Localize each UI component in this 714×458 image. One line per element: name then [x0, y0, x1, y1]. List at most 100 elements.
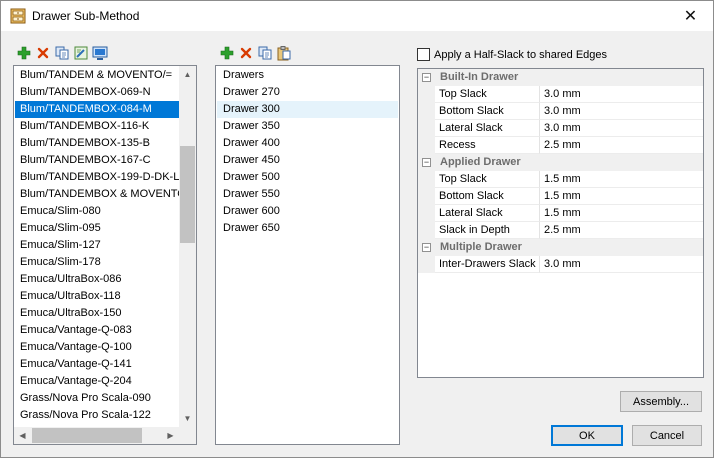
- method-list-item[interactable]: Blum/TANDEMBOX-069-N: [15, 84, 180, 101]
- scroll-left-button[interactable]: ◀: [14, 427, 31, 444]
- delete-method-button[interactable]: [35, 45, 51, 61]
- method-list-item[interactable]: Emuca/Slim-095: [15, 220, 180, 237]
- method-list-horizontal-scrollbar[interactable]: ◀ ▶: [14, 427, 179, 444]
- chevron-right-icon: ▶: [167, 431, 174, 440]
- property-row-gutter: [418, 137, 435, 154]
- property-value[interactable]: 3.0 mm: [540, 86, 703, 103]
- property-category[interactable]: − Multiple Drawer: [418, 239, 703, 256]
- drawer-list-item[interactable]: Drawer 550: [217, 186, 398, 203]
- copy-icon: [55, 46, 69, 60]
- drawer-list-item[interactable]: Drawer 650: [217, 220, 398, 237]
- method-list-item[interactable]: Emuca/UltraBox-150: [15, 305, 180, 322]
- property-value[interactable]: 3.0 mm: [540, 103, 703, 120]
- property-row[interactable]: Bottom Slack 1.5 mm: [418, 188, 703, 205]
- property-grid[interactable]: − Built-In Drawer Top Slack 3.0 mm Bottom Sl…: [417, 68, 704, 378]
- property-row[interactable]: Top Slack 1.5 mm: [418, 171, 703, 188]
- property-row-gutter: [418, 171, 435, 188]
- collapse-toggle[interactable]: −: [418, 239, 435, 256]
- drawer-list-item[interactable]: Drawer 350: [217, 118, 398, 135]
- drawer-list-item[interactable]: Drawers: [217, 67, 398, 84]
- paste-drawer-button[interactable]: [276, 45, 292, 61]
- method-list-item[interactable]: Emuca/UltraBox-086: [15, 271, 180, 288]
- collapse-toggle[interactable]: −: [418, 69, 435, 86]
- property-category[interactable]: − Built-In Drawer: [418, 69, 703, 86]
- property-value[interactable]: 1.5 mm: [540, 171, 703, 188]
- property-value[interactable]: 1.5 mm: [540, 205, 703, 222]
- property-row-gutter: [418, 205, 435, 222]
- cancel-button[interactable]: Cancel: [632, 425, 702, 446]
- property-value[interactable]: 2.5 mm: [540, 222, 703, 239]
- method-list-item[interactable]: Blum/TANDEM & MOVENTO/=: [15, 67, 180, 84]
- drawer-list-items: Drawers Drawer 270 Drawer 300 Drawer 350 Dra…: [217, 67, 398, 237]
- property-row[interactable]: Top Slack 3.0 mm: [418, 86, 703, 103]
- drawer-list-item[interactable]: Drawer 500: [217, 169, 398, 186]
- drawer-list-item[interactable]: Drawer 400: [217, 135, 398, 152]
- preview-method-button[interactable]: [92, 45, 108, 61]
- property-value[interactable]: 3.0 mm: [540, 120, 703, 137]
- property-row[interactable]: Lateral Slack 3.0 mm: [418, 120, 703, 137]
- method-list-item[interactable]: Emuca/UltraBox-118: [15, 288, 180, 305]
- property-row-gutter: [418, 86, 435, 103]
- delete-drawer-button[interactable]: [238, 45, 254, 61]
- drawer-list-item[interactable]: Drawer 600: [217, 203, 398, 220]
- method-list-item[interactable]: Emuca/Slim-080: [15, 203, 180, 220]
- property-value[interactable]: 1.5 mm: [540, 188, 703, 205]
- method-list-item[interactable]: Grass/Nova Pro Scala-122: [15, 407, 180, 424]
- drawer-list-item[interactable]: Drawer 300: [217, 101, 398, 118]
- delete-icon: [240, 47, 252, 59]
- copy-method-button[interactable]: [54, 45, 70, 61]
- property-row[interactable]: Inter-Drawers Slack 3.0 mm: [418, 256, 703, 273]
- scroll-thumb[interactable]: [180, 146, 195, 243]
- collapse-toggle[interactable]: −: [418, 154, 435, 171]
- property-category[interactable]: − Applied Drawer: [418, 154, 703, 171]
- drawer-list-item[interactable]: Drawer 450: [217, 152, 398, 169]
- property-row[interactable]: Bottom Slack 3.0 mm: [418, 103, 703, 120]
- half-slack-label: Apply a Half-Slack to shared Edges: [434, 48, 608, 61]
- method-list-item[interactable]: Emuca/Vantage-Q-083: [15, 322, 180, 339]
- method-list-item[interactable]: Emuca/Slim-178: [15, 254, 180, 271]
- method-list[interactable]: Blum/TANDEM & MOVENTO/= Blum/TANDEMBOX-06…: [13, 65, 197, 445]
- method-list-item[interactable]: Blum/TANDEMBOX-199-D-DK-L: [15, 169, 180, 186]
- scroll-right-button[interactable]: ▶: [162, 427, 179, 444]
- method-list-item[interactable]: Blum/TANDEMBOX-135-B: [15, 135, 180, 152]
- property-row[interactable]: Lateral Slack 1.5 mm: [418, 205, 703, 222]
- collapse-icon: −: [422, 72, 431, 82]
- horizontal-scroll-thumb[interactable]: [32, 428, 142, 443]
- property-value[interactable]: 2.5 mm: [540, 137, 703, 154]
- add-icon: [17, 46, 31, 60]
- chevron-down-icon: ▼: [183, 414, 192, 423]
- method-list-item[interactable]: Emuca/Vantage-Q-204: [15, 373, 180, 390]
- method-list-vertical-scrollbar[interactable]: ▲ ▼: [179, 66, 196, 427]
- method-list-item[interactable]: Emuca/Slim-127: [15, 237, 180, 254]
- method-list-item[interactable]: Emuca/Vantage-Q-100: [15, 339, 180, 356]
- edit-method-button[interactable]: [73, 45, 89, 61]
- property-row[interactable]: Recess 2.5 mm: [418, 137, 703, 154]
- half-slack-checkbox[interactable]: [417, 48, 430, 61]
- method-list-item[interactable]: Emuca/Vantage-Q-141: [15, 356, 180, 373]
- drawer-list-item[interactable]: Drawer 270: [217, 84, 398, 101]
- add-drawer-button[interactable]: [219, 45, 235, 61]
- method-list-item[interactable]: Blum/TANDEMBOX-116-K: [15, 118, 180, 135]
- assembly-button[interactable]: Assembly...: [620, 391, 702, 412]
- edit-icon: [74, 46, 88, 60]
- scrollbar-corner: [179, 427, 196, 444]
- scroll-up-button[interactable]: ▲: [179, 66, 196, 83]
- add-method-button[interactable]: [16, 45, 32, 61]
- copy-drawer-button[interactable]: [257, 45, 273, 61]
- property-row-gutter: [418, 222, 435, 239]
- drawer-list[interactable]: Drawers Drawer 270 Drawer 300 Drawer 350 Dra…: [215, 65, 400, 445]
- property-name: Recess: [435, 137, 540, 154]
- method-list-item[interactable]: Blum/TANDEMBOX-084-M: [15, 101, 180, 118]
- close-button[interactable]: ✕: [668, 1, 713, 31]
- method-list-items: Blum/TANDEM & MOVENTO/= Blum/TANDEMBOX-06…: [15, 67, 180, 424]
- scroll-down-button[interactable]: ▼: [179, 410, 196, 427]
- method-list-item[interactable]: Blum/TANDEMBOX-167-C: [15, 152, 180, 169]
- property-value[interactable]: 3.0 mm: [540, 256, 703, 273]
- method-list-item[interactable]: Blum/TANDEMBOX & MOVENTO: [15, 186, 180, 203]
- half-slack-option[interactable]: Apply a Half-Slack to shared Edges: [417, 48, 607, 61]
- method-list-item[interactable]: Grass/Nova Pro Scala-090: [15, 390, 180, 407]
- property-row-gutter: [418, 188, 435, 205]
- ok-button[interactable]: OK: [551, 425, 623, 446]
- property-row[interactable]: Slack in Depth 2.5 mm: [418, 222, 703, 239]
- drawers-toolbar: [219, 45, 292, 63]
